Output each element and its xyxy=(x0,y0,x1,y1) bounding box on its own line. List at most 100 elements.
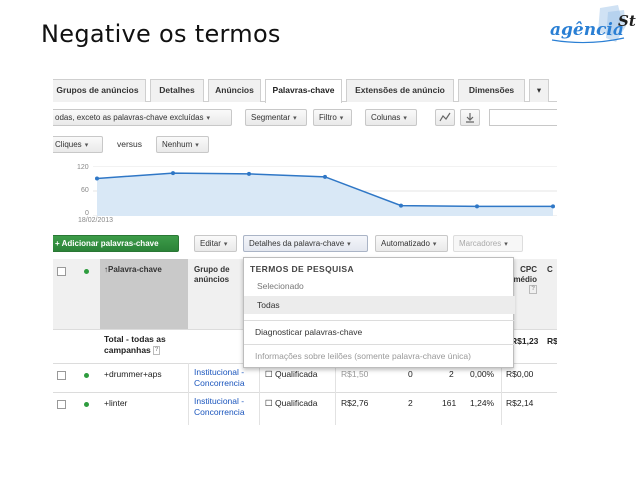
keyword-cell[interactable]: +drummer+aps xyxy=(104,369,162,380)
c-column-header[interactable]: C xyxy=(547,265,553,275)
keyword-details-dropdown: TERMOS DE PESQUISA Selecionado Todas Dia… xyxy=(243,257,515,368)
data-point[interactable] xyxy=(171,171,175,176)
versus-label: versus xyxy=(117,139,143,149)
segment-button[interactable]: Segmentar ▾ xyxy=(245,109,307,126)
tab-ads[interactable]: Anúncios xyxy=(208,79,261,102)
labels-label: Marcadores xyxy=(459,239,502,248)
edit-button[interactable]: Editar ▾ xyxy=(194,235,237,252)
chevron-down-icon: ▾ xyxy=(536,85,542,95)
column-separator xyxy=(188,363,189,425)
keyword-filter-label: odas, exceto as palavras-chave excluídas xyxy=(55,113,204,122)
x-tick-start: 18/02/2013 xyxy=(78,217,114,224)
total-cpc: R$1,23 xyxy=(511,336,539,346)
dropdown-item-diagnose[interactable]: Diagnosticar palavras-chave xyxy=(244,323,515,341)
add-keywords-label: Adicionar palavras-chave xyxy=(61,239,159,248)
cpc-cell: R$2,14 xyxy=(506,398,534,408)
status-cell: ☐ Qualificada xyxy=(265,369,318,380)
row-checkbox[interactable] xyxy=(57,400,66,409)
series-area xyxy=(97,173,553,216)
help-icon: ? xyxy=(152,346,161,356)
ctr-cell: 0,00% xyxy=(470,369,495,379)
chevron-down-icon: ▾ xyxy=(293,115,297,122)
select-all-checkbox[interactable] xyxy=(57,267,66,276)
tabs-more-button[interactable]: ▾ xyxy=(529,79,549,102)
data-point[interactable] xyxy=(551,204,555,209)
tab-keywords[interactable]: Palavras-chave xyxy=(265,79,342,103)
chevron-down-icon: ▾ xyxy=(432,241,437,248)
y-tick-120: 120 xyxy=(77,164,89,171)
chevron-down-icon: ▾ xyxy=(195,142,199,149)
cpc-cell: R$0,00 xyxy=(506,369,534,379)
ad-group-link-line2[interactable]: Concorrencia xyxy=(194,407,245,418)
metric-select-2[interactable]: Nenhum ▾ xyxy=(156,136,209,153)
cpc-header-label: CPC médio xyxy=(513,265,537,284)
automate-label: Automatizado xyxy=(381,239,430,248)
ctr-cell: 1,24% xyxy=(470,398,495,408)
impressions-cell: 161 xyxy=(442,398,457,408)
data-point[interactable] xyxy=(323,174,327,179)
column-separator xyxy=(259,363,260,425)
cpc-column-header[interactable]: CPC médio? xyxy=(513,265,537,295)
add-keywords-button[interactable]: + Adicionar palavras-chave xyxy=(53,235,179,252)
chevron-down-icon: ▾ xyxy=(339,115,344,122)
ad-group-link[interactable]: Institucional - xyxy=(194,396,244,407)
total-label: Total - todas as campanhas? xyxy=(104,334,184,356)
bid-cell[interactable]: R$2,76 xyxy=(341,398,368,409)
keyword-column-header[interactable]: ↑Palavra-chave xyxy=(104,265,162,275)
dropdown-divider xyxy=(244,320,515,321)
chevron-down-icon: ▾ xyxy=(206,115,211,122)
total-c: R$ xyxy=(547,336,557,346)
columns-label: Colunas xyxy=(371,113,401,122)
slide-title: Negative os termos xyxy=(41,20,281,48)
segment-label: Segmentar xyxy=(251,113,291,122)
clicks-cell: 0 xyxy=(408,369,413,379)
speech-bubble-icon: ☐ xyxy=(265,369,275,379)
line-chart-icon xyxy=(439,112,451,122)
automate-button[interactable]: Automatizado ▾ xyxy=(375,235,448,252)
metric1-label: Cliques xyxy=(55,140,82,149)
ad-group-column-header[interactable]: Grupo de anúncios xyxy=(194,265,238,285)
tab-dimensions[interactable]: Dimensões xyxy=(458,79,525,102)
chart-toggle-button[interactable] xyxy=(435,109,455,126)
tab-ad-extensions[interactable]: Extensões de anúncio xyxy=(346,79,454,102)
data-point[interactable] xyxy=(95,176,99,181)
metric-select-1[interactable]: Cliques ▾ xyxy=(53,136,103,153)
status-text: Qualificada xyxy=(274,369,318,379)
tab-ad-groups[interactable]: Grupos de anúncios xyxy=(53,79,146,102)
row-checkbox[interactable] xyxy=(57,371,66,380)
dropdown-item-auction-insights[interactable]: Informações sobre leilões (somente palav… xyxy=(244,347,515,365)
chevron-down-icon: ▾ xyxy=(347,241,351,248)
ad-group-link[interactable]: Institucional - xyxy=(194,367,244,378)
search-input[interactable] xyxy=(489,109,557,126)
metric2-label: Nenhum xyxy=(162,140,193,149)
status-cell: ☐ Qualificada xyxy=(265,398,318,409)
clicks-cell: 2 xyxy=(408,398,413,408)
keyword-filter-select[interactable]: odas, exceto as palavras-chave excluídas… xyxy=(53,109,232,126)
download-button[interactable] xyxy=(460,109,480,126)
y-tick-0: 0 xyxy=(85,210,89,217)
data-point[interactable] xyxy=(475,204,479,209)
y-tick-60: 60 xyxy=(81,187,89,194)
data-point[interactable] xyxy=(399,203,403,208)
speech-bubble-icon: ☐ xyxy=(265,398,275,408)
chevron-down-icon: ▾ xyxy=(223,241,228,248)
logo-text: agência xyxy=(550,20,624,40)
column-separator xyxy=(335,363,336,425)
filter-button[interactable]: Filtro ▾ xyxy=(313,109,352,126)
bid-cell[interactable]: R$1,50 xyxy=(341,369,368,380)
download-icon xyxy=(466,113,474,123)
keyword-details-label: Detalhes da palavra-chave xyxy=(249,239,345,248)
dropdown-item-all[interactable]: Todas xyxy=(244,296,515,314)
keyword-details-button[interactable]: Detalhes da palavra-chave ▾ xyxy=(243,235,368,252)
status-text: Qualificada xyxy=(274,398,318,408)
data-point[interactable] xyxy=(247,171,251,176)
keyword-cell[interactable]: +linter xyxy=(104,398,127,409)
dropdown-item-selected[interactable]: Selecionado xyxy=(244,277,515,295)
labels-button[interactable]: Marcadores ▾ xyxy=(453,235,523,252)
status-dot xyxy=(84,269,89,274)
columns-button[interactable]: Colunas ▾ xyxy=(365,109,417,126)
ad-group-link-line2[interactable]: Concorrencia xyxy=(194,378,245,389)
clicks-chart xyxy=(93,166,557,216)
chevron-down-icon: ▾ xyxy=(84,142,89,149)
tab-details[interactable]: Detalhes xyxy=(150,79,204,102)
